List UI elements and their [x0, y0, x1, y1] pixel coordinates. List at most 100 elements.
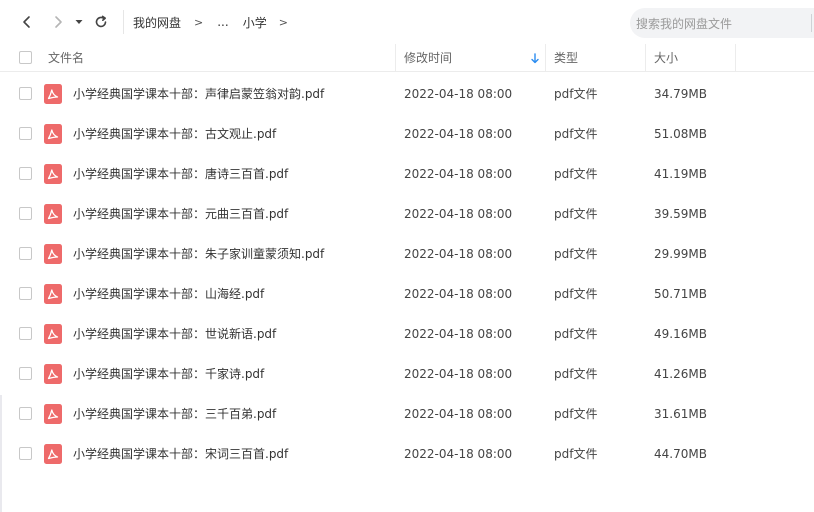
table-row[interactable]: 小学经典国学课本十部：声律启蒙笠翁对韵.pdf 2022-04-18 08:00 p… [0, 74, 814, 114]
column-divider[interactable] [645, 44, 646, 72]
pdf-file-icon [44, 364, 62, 384]
column-header-size[interactable]: 大小 [654, 44, 678, 72]
file-size: 29.99MB [654, 247, 707, 261]
modified-time: 2022-04-18 08:00 [404, 407, 513, 421]
pdf-file-icon [44, 404, 62, 424]
breadcrumb-ellipsis[interactable]: ... [217, 15, 228, 29]
pdf-file-icon [44, 444, 62, 464]
chevron-right-icon [55, 16, 62, 28]
refresh-button[interactable] [91, 12, 111, 32]
file-name[interactable]: 小学经典国学课本十部：千家诗.pdf [73, 366, 264, 382]
modified-time: 2022-04-18 08:00 [404, 367, 513, 381]
file-name[interactable]: 小学经典国学课本十部：宋词三百首.pdf [73, 446, 288, 462]
row-checkbox[interactable] [19, 327, 32, 340]
caret-down-icon [75, 20, 83, 24]
row-checkbox[interactable] [19, 167, 32, 180]
pdf-file-icon [44, 164, 62, 184]
column-divider[interactable] [735, 44, 736, 72]
breadcrumb-separator: > [194, 15, 204, 29]
search-placeholder: 搜索我的网盘文件 [636, 17, 733, 31]
pdf-file-icon [44, 204, 62, 224]
search-divider [811, 14, 812, 32]
table-row[interactable]: 小学经典国学课本十部：宋词三百首.pdf 2022-04-18 08:00 pdf文… [0, 434, 814, 474]
file-name[interactable]: 小学经典国学课本十部：声律启蒙笠翁对韵.pdf [73, 86, 324, 102]
row-checkbox[interactable] [19, 207, 32, 220]
row-checkbox[interactable] [19, 407, 32, 420]
table-row[interactable]: 小学经典国学课本十部：元曲三百首.pdf 2022-04-18 08:00 pdf文… [0, 194, 814, 234]
file-name[interactable]: 小学经典国学课本十部：元曲三百首.pdf [73, 206, 288, 222]
table-row[interactable]: 小学经典国学课本十部：山海经.pdf 2022-04-18 08:00 pdf文件 5… [0, 274, 814, 314]
column-header-name[interactable]: 文件名 [48, 44, 84, 72]
pdf-file-icon [44, 84, 62, 104]
toolbar-divider [123, 10, 124, 34]
file-size: 44.70MB [654, 447, 707, 461]
pdf-file-icon [44, 124, 62, 144]
file-size: 49.16MB [654, 327, 707, 341]
file-type: pdf文件 [554, 247, 598, 261]
column-header-type[interactable]: 类型 [554, 44, 578, 72]
row-checkbox[interactable] [19, 287, 32, 300]
pdf-file-icon [44, 244, 62, 264]
refresh-icon [95, 15, 107, 28]
file-name[interactable]: 小学经典国学课本十部：山海经.pdf [73, 286, 264, 302]
file-size: 50.71MB [654, 287, 707, 301]
back-button[interactable] [17, 12, 37, 32]
chevron-left-icon [23, 16, 30, 28]
file-size: 41.26MB [654, 367, 707, 381]
modified-time: 2022-04-18 08:00 [404, 287, 513, 301]
table-row[interactable]: 小学经典国学课本十部：世说新语.pdf 2022-04-18 08:00 pdf文件… [0, 314, 814, 354]
column-divider[interactable] [395, 44, 396, 72]
modified-time: 2022-04-18 08:00 [404, 167, 513, 181]
file-name[interactable]: 小学经典国学课本十部：三千百弟.pdf [73, 406, 276, 422]
modified-time: 2022-04-18 08:00 [404, 327, 513, 341]
row-checkbox[interactable] [19, 127, 32, 140]
file-type: pdf文件 [554, 287, 598, 301]
file-name[interactable]: 小学经典国学课本十部：世说新语.pdf [73, 326, 276, 342]
modified-time: 2022-04-18 08:00 [404, 87, 513, 101]
row-checkbox[interactable] [19, 447, 32, 460]
file-type: pdf文件 [554, 167, 598, 181]
row-checkbox[interactable] [19, 247, 32, 260]
table-row[interactable]: 小学经典国学课本十部：唐诗三百首.pdf 2022-04-18 08:00 pdf文… [0, 154, 814, 194]
modified-time: 2022-04-18 08:00 [404, 247, 513, 261]
select-all-checkbox[interactable] [19, 51, 32, 64]
file-type: pdf文件 [554, 407, 598, 421]
file-size: 51.08MB [654, 127, 707, 141]
column-header-modified[interactable]: 修改时间 [404, 44, 452, 72]
file-type: pdf文件 [554, 207, 598, 221]
history-dropdown-button[interactable] [71, 12, 87, 32]
table-row[interactable]: 小学经典国学课本十部：朱子家训童蒙须知.pdf 2022-04-18 08:00 p… [0, 234, 814, 274]
table-row[interactable]: 小学经典国学课本十部：千家诗.pdf 2022-04-18 08:00 pdf文件 4… [0, 354, 814, 394]
sort-down-arrow-icon[interactable] [530, 53, 540, 64]
modified-time: 2022-04-18 08:00 [404, 127, 513, 141]
breadcrumb: 我的网盘 > ... 小学 > [133, 14, 288, 30]
row-checkbox[interactable] [19, 367, 32, 380]
row-checkbox[interactable] [19, 87, 32, 100]
file-name[interactable]: 小学经典国学课本十部：古文观止.pdf [73, 126, 276, 142]
table-row[interactable]: 小学经典国学课本十部：三千百弟.pdf 2022-04-18 08:00 pdf文件… [0, 394, 814, 434]
file-type: pdf文件 [554, 447, 598, 461]
pdf-file-icon [44, 324, 62, 344]
file-name[interactable]: 小学经典国学课本十部：朱子家训童蒙须知.pdf [73, 246, 324, 262]
file-type: pdf文件 [554, 327, 598, 341]
window-edge [0, 395, 2, 512]
file-type: pdf文件 [554, 127, 598, 141]
table-row[interactable]: 小学经典国学课本十部：古文观止.pdf 2022-04-18 08:00 pdf文件… [0, 114, 814, 154]
file-size: 31.61MB [654, 407, 707, 421]
file-size: 34.79MB [654, 87, 707, 101]
breadcrumb-separator: > [278, 15, 288, 29]
file-name[interactable]: 小学经典国学课本十部：唐诗三百首.pdf [73, 166, 288, 182]
modified-time: 2022-04-18 08:00 [404, 447, 513, 461]
toolbar: 我的网盘 > ... 小学 > 搜索我的网盘文件 [0, 0, 814, 44]
breadcrumb-root[interactable]: 我的网盘 [133, 14, 181, 31]
modified-time: 2022-04-18 08:00 [404, 207, 513, 221]
column-divider[interactable] [545, 44, 546, 72]
search-input[interactable]: 搜索我的网盘文件 [630, 8, 814, 38]
pdf-file-icon [44, 284, 62, 304]
file-size: 39.59MB [654, 207, 707, 221]
file-type: pdf文件 [554, 87, 598, 101]
table-header: 文件名 修改时间 类型 大小 [0, 44, 814, 72]
forward-button[interactable] [48, 12, 68, 32]
breadcrumb-current[interactable]: 小学 [243, 14, 267, 31]
file-type: pdf文件 [554, 367, 598, 381]
